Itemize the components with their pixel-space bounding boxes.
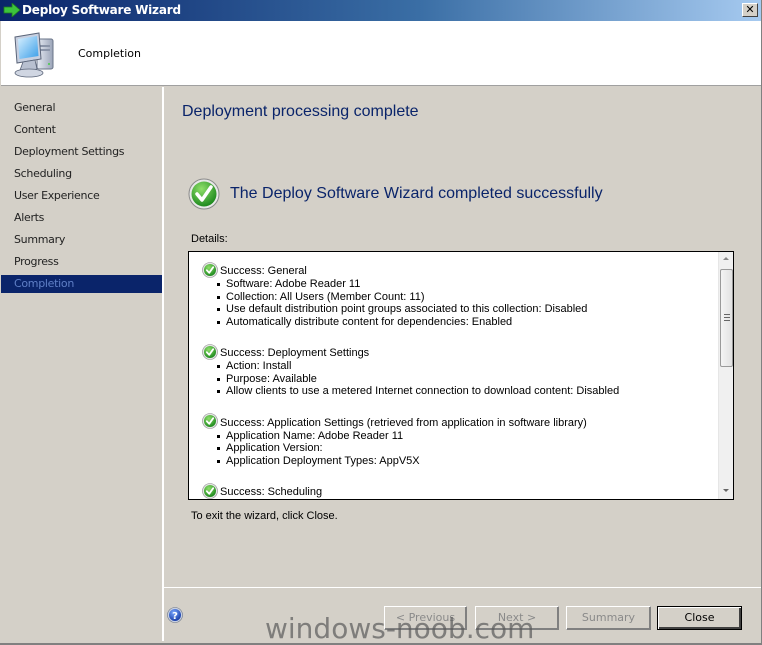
success-check-icon <box>202 261 218 278</box>
sidebar-item-completion[interactable]: Completion <box>1 275 162 293</box>
section-header: Success: Application Settings (retrieved… <box>202 413 717 430</box>
green-arrow-icon <box>3 3 21 17</box>
detail-item: Automatically distribute content for dep… <box>216 316 717 329</box>
success-check-icon <box>188 178 220 210</box>
sidebar-item-deployment-settings[interactable]: Deployment Settings <box>1 143 162 161</box>
details-section: Success: Scheduling <box>202 482 717 499</box>
detail-item: Application Deployment Types: AppV5X <box>216 455 717 468</box>
footer-divider <box>164 587 761 588</box>
details-textbox[interactable]: Success: General Software: Adobe Reader 1… <box>188 251 734 500</box>
success-check-icon <box>202 482 218 499</box>
detail-item: Purpose: Available <box>216 373 717 386</box>
success-check-icon <box>202 343 218 360</box>
sidebar-item-scheduling[interactable]: Scheduling <box>1 165 162 183</box>
scroll-thumb[interactable] <box>720 269 733 367</box>
wizard-header: Completion <box>1 21 761 86</box>
header-title: Completion <box>78 47 142 60</box>
exit-instructions: To exit the wizard, click Close. <box>191 510 338 522</box>
close-icon: ✕ <box>745 3 755 16</box>
grip-icon <box>724 314 730 321</box>
details-section: Success: Deployment Settings Action: Inst… <box>202 343 717 398</box>
close-button[interactable]: Close <box>657 606 742 630</box>
details-label: Details: <box>191 233 228 245</box>
details-section: Success: Application Settings (retrieved… <box>202 413 717 468</box>
details-scrollbar[interactable] <box>718 252 733 499</box>
detail-item: Application Version: <box>216 442 717 455</box>
title-bar: Deploy Software Wizard ✕ <box>0 0 761 21</box>
main-content: Deployment processing complete The Deplo… <box>164 87 761 587</box>
section-header: Success: General <box>202 261 717 278</box>
section-title: Success: Application Settings (retrieved… <box>220 416 587 429</box>
help-icon[interactable]: ? <box>167 607 183 623</box>
window-close-button[interactable]: ✕ <box>742 3 758 17</box>
details-section: Success: General Software: Adobe Reader 1… <box>202 261 717 328</box>
sidebar-item-alerts[interactable]: Alerts <box>1 209 162 227</box>
section-header: Success: Scheduling <box>202 482 717 499</box>
success-check-icon <box>202 413 218 429</box>
wizard-steps-sidebar: General Content Deployment Settings Sche… <box>1 87 162 641</box>
window-title: Deploy Software Wizard <box>22 3 181 17</box>
detail-item: Collection: All Users (Member Count: 11) <box>216 291 717 304</box>
section-title: Success: Scheduling <box>220 486 323 498</box>
sidebar-item-progress[interactable]: Progress <box>1 253 162 271</box>
success-message: The Deploy Software Wizard completed suc… <box>230 185 603 202</box>
detail-item: Action: Install <box>216 360 717 373</box>
scroll-up-arrow-icon[interactable] <box>723 257 729 260</box>
page-title: Deployment processing complete <box>182 103 419 120</box>
detail-item: Software: Adobe Reader 11 <box>216 278 717 291</box>
svg-text:?: ? <box>172 611 178 622</box>
details-content: Success: General Software: Adobe Reader 1… <box>189 252 717 499</box>
detail-item: Application Name: Adobe Reader 11 <box>216 430 717 443</box>
detail-item: Allow clients to use a metered Internet … <box>216 385 717 398</box>
summary-button[interactable]: Summary <box>565 605 652 631</box>
sidebar-item-summary[interactable]: Summary <box>1 231 162 249</box>
section-header: Success: Deployment Settings <box>202 343 717 360</box>
sidebar-item-content[interactable]: Content <box>1 121 162 139</box>
detail-item: Use default distribution point groups as… <box>216 303 717 316</box>
sidebar-item-general[interactable]: General <box>1 99 162 117</box>
previous-button[interactable]: < Previous <box>383 605 468 631</box>
section-title: Success: Deployment Settings <box>220 347 370 359</box>
sidebar-item-user-experience[interactable]: User Experience <box>1 187 162 205</box>
section-item-list: Software: Adobe Reader 11 Collection: All… <box>202 278 717 328</box>
scroll-down-arrow-icon[interactable] <box>723 489 729 492</box>
computer-icon <box>14 32 54 78</box>
section-title: Success: General <box>220 265 307 277</box>
next-button[interactable]: Next > <box>474 605 560 631</box>
section-item-list: Application Name: Adobe Reader 11 Applica… <box>202 430 717 468</box>
section-item-list: Action: Install Purpose: Available Allow c… <box>202 360 717 398</box>
wizard-window: Deploy Software Wizard ✕ Completion Gene… <box>0 0 762 645</box>
